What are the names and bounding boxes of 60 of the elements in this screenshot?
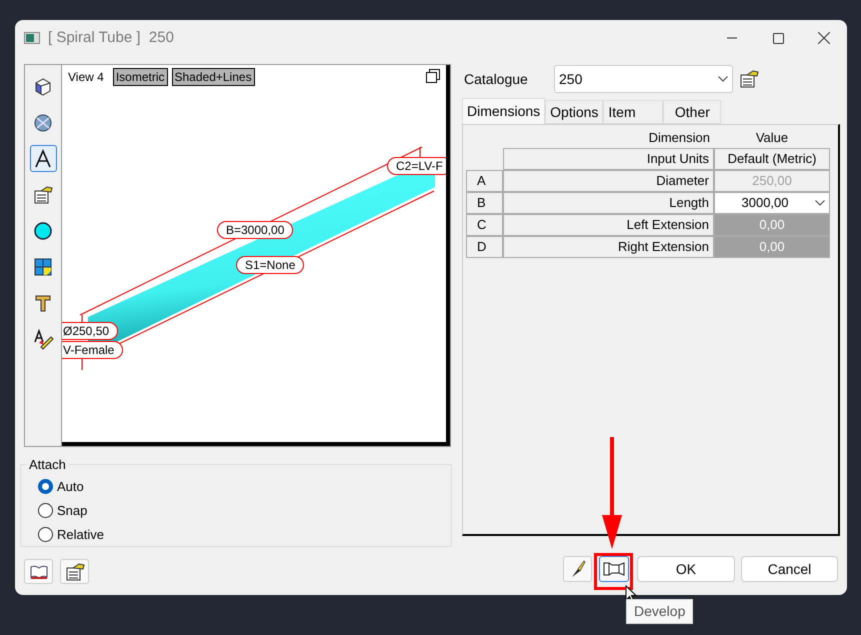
sphere-icon xyxy=(32,112,54,134)
view-name: View 4 xyxy=(68,69,104,86)
dimension-label: C2=LV-F xyxy=(387,157,446,175)
table-cell: Length xyxy=(503,192,714,214)
window-title: [ Spiral Tube ] 250 xyxy=(48,28,174,48)
tool-button[interactable] xyxy=(30,145,56,172)
brush-button[interactable] xyxy=(563,556,592,582)
circle-shape-icon xyxy=(32,220,54,242)
restore-view-icon[interactable] xyxy=(426,69,440,83)
table-cell: Default (Metric) xyxy=(714,148,830,170)
table-cell: Left Extension xyxy=(503,214,714,236)
tab[interactable]: Options xyxy=(545,100,604,124)
highlight-frame xyxy=(594,553,633,590)
book-icon xyxy=(30,564,48,578)
maximize-icon xyxy=(772,32,784,44)
catalogue-book-button[interactable] xyxy=(24,559,53,584)
tab[interactable]: Other xyxy=(663,100,722,124)
dimension-label: S1=None xyxy=(236,256,304,274)
develop-button[interactable] xyxy=(599,556,629,582)
app-icon xyxy=(24,32,40,44)
cancel-button[interactable]: Cancel xyxy=(741,556,838,582)
form-pointer-icon xyxy=(32,184,54,206)
tab[interactable]: Dimensions xyxy=(462,98,546,124)
catalogue-label: Catalogue xyxy=(463,70,529,89)
column-header: Value xyxy=(754,129,790,147)
view-mode-button[interactable]: Shaded+Lines xyxy=(172,68,255,86)
tooltip: Develop xyxy=(626,599,694,624)
catalogue-dropdown[interactable]: 250 xyxy=(554,65,733,93)
row-header: B xyxy=(466,192,503,214)
group-title: Attach xyxy=(28,456,67,474)
chevron-down-icon xyxy=(718,76,728,82)
table-cell: Input Units xyxy=(503,148,714,170)
properties-button[interactable] xyxy=(60,559,89,584)
row-header: C xyxy=(466,214,503,236)
grid-icon xyxy=(32,256,54,278)
dimension-label: Ø250,50 xyxy=(62,322,118,340)
brush-icon xyxy=(570,560,586,578)
form-pointer-icon xyxy=(738,68,760,90)
radio-option[interactable]: Snap xyxy=(38,498,434,522)
ok-button[interactable]: OK xyxy=(637,556,735,582)
dimension-label: V-Female xyxy=(62,341,124,359)
table-cell: Diameter xyxy=(503,170,714,192)
flat-pattern-icon xyxy=(603,562,625,576)
table-cell: Right Extension xyxy=(503,236,714,258)
column-header: Dimension xyxy=(648,129,711,147)
table-cell: 0,00 xyxy=(714,236,830,258)
table-cell: 250,00 xyxy=(714,170,830,192)
row-header: D xyxy=(466,236,503,258)
value-dropdown[interactable]: 3000,00 xyxy=(714,192,830,214)
chevron-down-icon xyxy=(815,200,825,206)
view-mode-button[interactable]: Isometric xyxy=(112,68,168,86)
form-pointer-icon xyxy=(64,560,86,582)
tab[interactable]: Item xyxy=(603,100,664,124)
radio-option[interactable]: Auto xyxy=(38,474,434,498)
table-cell: 0,00 xyxy=(714,214,830,236)
radio-option[interactable]: Relative xyxy=(38,522,434,546)
spell-check-icon xyxy=(32,328,54,350)
dimension-label: B=3000,00 xyxy=(217,221,294,239)
row-header: A xyxy=(466,170,503,192)
close-icon xyxy=(818,32,830,44)
